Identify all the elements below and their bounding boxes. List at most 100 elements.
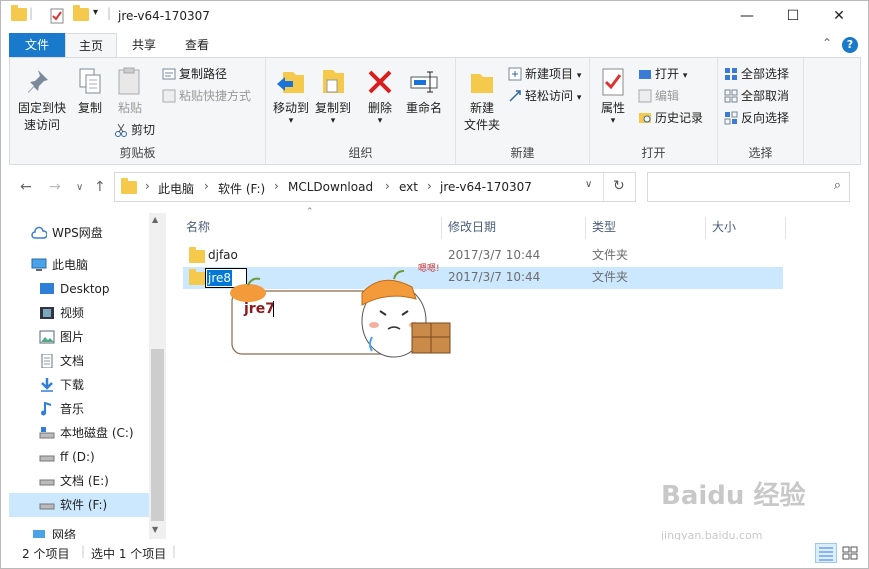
help-icon[interactable]: ? [842, 37, 858, 53]
new-group: 新建 文件夹 新建项目 ▾ 轻松访问 ▾ 新建 [456, 58, 590, 164]
close-button[interactable]: ✕ [816, 1, 862, 32]
desktop-icon [39, 280, 55, 294]
back-arrow-icon[interactable]: ← [20, 179, 32, 195]
drive-icon [39, 496, 55, 510]
search-box[interactable]: ⌕ [647, 172, 850, 202]
paste-icon [114, 66, 146, 98]
history-button[interactable]: 历史记录 [638, 108, 703, 128]
nav-item-this-pc[interactable]: 此电脑 [31, 253, 166, 277]
breadcrumb-ext[interactable]: ext [399, 180, 418, 194]
nav-item-music[interactable]: 音乐 [39, 397, 166, 421]
easy-access-button[interactable]: 轻松访问 ▾ [508, 86, 581, 106]
breadcrumb-drive-f[interactable]: 软件 (F:) [218, 180, 265, 197]
new-item-button[interactable]: 新建项目 ▾ [508, 64, 581, 84]
address-bar[interactable]: › 此电脑 › 软件 (F:) › MCLDownload › ext › jr… [114, 172, 636, 202]
forward-arrow-icon[interactable]: → [49, 179, 61, 195]
invert-selection-icon [724, 111, 738, 125]
separator: | [107, 6, 112, 20]
clipboard-group: 固定到快 速访问 复制 粘贴 复制路径 粘贴快捷方式 剪切 剪贴板 [10, 58, 266, 164]
copy-path-button[interactable]: 复制路径 [162, 64, 227, 84]
large-icons-view-button[interactable] [839, 543, 861, 563]
pin-quick-access-button[interactable]: 固定到快 速访问 [14, 62, 70, 134]
new-folder-button[interactable]: 新建 文件夹 [458, 62, 506, 134]
new-folder-quick-icon[interactable] [73, 5, 89, 26]
column-header-name[interactable]: 名称 [180, 217, 442, 239]
chevron-down-icon: ▾ [610, 116, 616, 126]
breadcrumb-separator: › [385, 179, 390, 193]
search-icon[interactable]: ⌕ [834, 178, 841, 193]
nav-item-pictures[interactable]: 图片 [39, 325, 166, 349]
watermark-logo: Baidu 经验 [661, 481, 806, 511]
copy-icon [74, 66, 106, 98]
nav-item-drive-f[interactable]: 软件 (F:) [9, 493, 149, 517]
breadcrumb-this-pc[interactable]: 此电脑 [158, 180, 194, 197]
group-label-select: 选择 [748, 146, 773, 160]
nav-item-documents[interactable]: 文档 [39, 349, 166, 373]
large-icons-view-icon [842, 546, 858, 560]
chevron-up-icon[interactable]: ⌃ [822, 36, 832, 50]
customize-quick-access-icon[interactable]: ▾ [93, 7, 98, 25]
cut-button[interactable]: 剪切 [114, 120, 155, 140]
drive-icon [39, 448, 55, 462]
paste-shortcut-button[interactable]: 粘贴快捷方式 [162, 86, 251, 106]
nav-item-desktop[interactable]: Desktop [39, 277, 166, 301]
scroll-down-icon[interactable]: ▼ [152, 525, 158, 534]
breadcrumb-mcldownload[interactable]: MCLDownload [288, 180, 373, 194]
select-none-button[interactable]: 全部取消 [724, 86, 789, 106]
divider: | [172, 544, 177, 558]
group-label-new: 新建 [510, 146, 535, 160]
edit-button[interactable]: 编辑 [638, 86, 679, 106]
nav-item-drive-d[interactable]: ff (D:) [39, 445, 166, 469]
select-group: 全部选择 全部取消 反向选择 选择 [718, 58, 804, 164]
recent-locations-chevron-icon[interactable]: ∨ [76, 182, 83, 193]
title-bar: | ▾ | jre-v64-170307 — ☐ ✕ [1, 1, 868, 33]
copy-to-button[interactable]: 复制到 ▾ [312, 62, 354, 126]
select-all-icon [724, 67, 738, 81]
address-dropdown-chevron-icon[interactable]: ∨ [585, 179, 592, 190]
breadcrumb-current[interactable]: jre-v64-170307 [440, 180, 532, 194]
nav-item-drive-e[interactable]: 文档 (E:) [39, 469, 166, 493]
maximize-button[interactable]: ☐ [770, 1, 816, 32]
tab-share[interactable]: 共享 [119, 33, 169, 58]
scroll-up-icon[interactable]: ▲ [152, 215, 158, 224]
nav-item-drive-c[interactable]: 本地磁盘 (C:) [39, 421, 166, 445]
minimize-button[interactable]: — [724, 1, 770, 32]
search-input[interactable] [652, 177, 822, 197]
paste-shortcut-icon [162, 89, 176, 103]
nav-scrollbar-thumb[interactable] [151, 349, 164, 521]
move-to-button[interactable]: 移动到 ▾ [270, 62, 312, 126]
nav-item-downloads[interactable]: 下载 [39, 373, 166, 397]
open-button[interactable]: 打开 ▾ [638, 64, 687, 84]
refresh-icon[interactable]: ↻ [613, 178, 625, 194]
chevron-down-icon: ▾ [330, 116, 336, 126]
new-item-icon [508, 67, 522, 81]
copy-path-icon [162, 67, 176, 81]
up-arrow-icon[interactable]: ↑ [94, 179, 106, 195]
nav-item-network[interactable]: 网络 [31, 523, 166, 539]
drive-icon [39, 472, 55, 486]
nav-item-videos[interactable]: 视频 [39, 301, 166, 325]
copy-button[interactable]: 复制 [72, 62, 108, 117]
move-to-icon [275, 66, 307, 98]
select-all-button[interactable]: 全部选择 [724, 64, 789, 84]
picture-icon [39, 328, 55, 344]
paste-button[interactable]: 粘贴 [112, 62, 148, 117]
group-label-organize: 组织 [348, 146, 373, 160]
column-header-modified[interactable]: 修改日期 [442, 217, 586, 239]
copy-to-icon [317, 66, 349, 98]
rename-button[interactable]: 重命名 [402, 62, 446, 117]
pin-icon [26, 66, 58, 98]
tab-file[interactable]: 文件 [9, 33, 65, 58]
sort-indicator-icon: ⌃ [306, 207, 314, 217]
tab-view[interactable]: 查看 [171, 33, 223, 58]
details-view-button[interactable] [815, 543, 837, 563]
column-header-size[interactable]: 大小 [706, 217, 786, 239]
delete-button[interactable]: 删除 ▾ [364, 62, 396, 126]
properties-quick-icon[interactable] [49, 8, 65, 26]
column-header-type[interactable]: 类型 [586, 217, 706, 239]
invert-selection-button[interactable]: 反向选择 [724, 108, 789, 128]
status-bar: 2 个项目 | 选中 1 个项目 | [1, 540, 868, 568]
tab-home[interactable]: 主页 [65, 33, 117, 58]
nav-item-wps-cloud[interactable]: WPS网盘 [31, 221, 166, 245]
properties-button[interactable]: 属性 ▾ [596, 62, 630, 126]
